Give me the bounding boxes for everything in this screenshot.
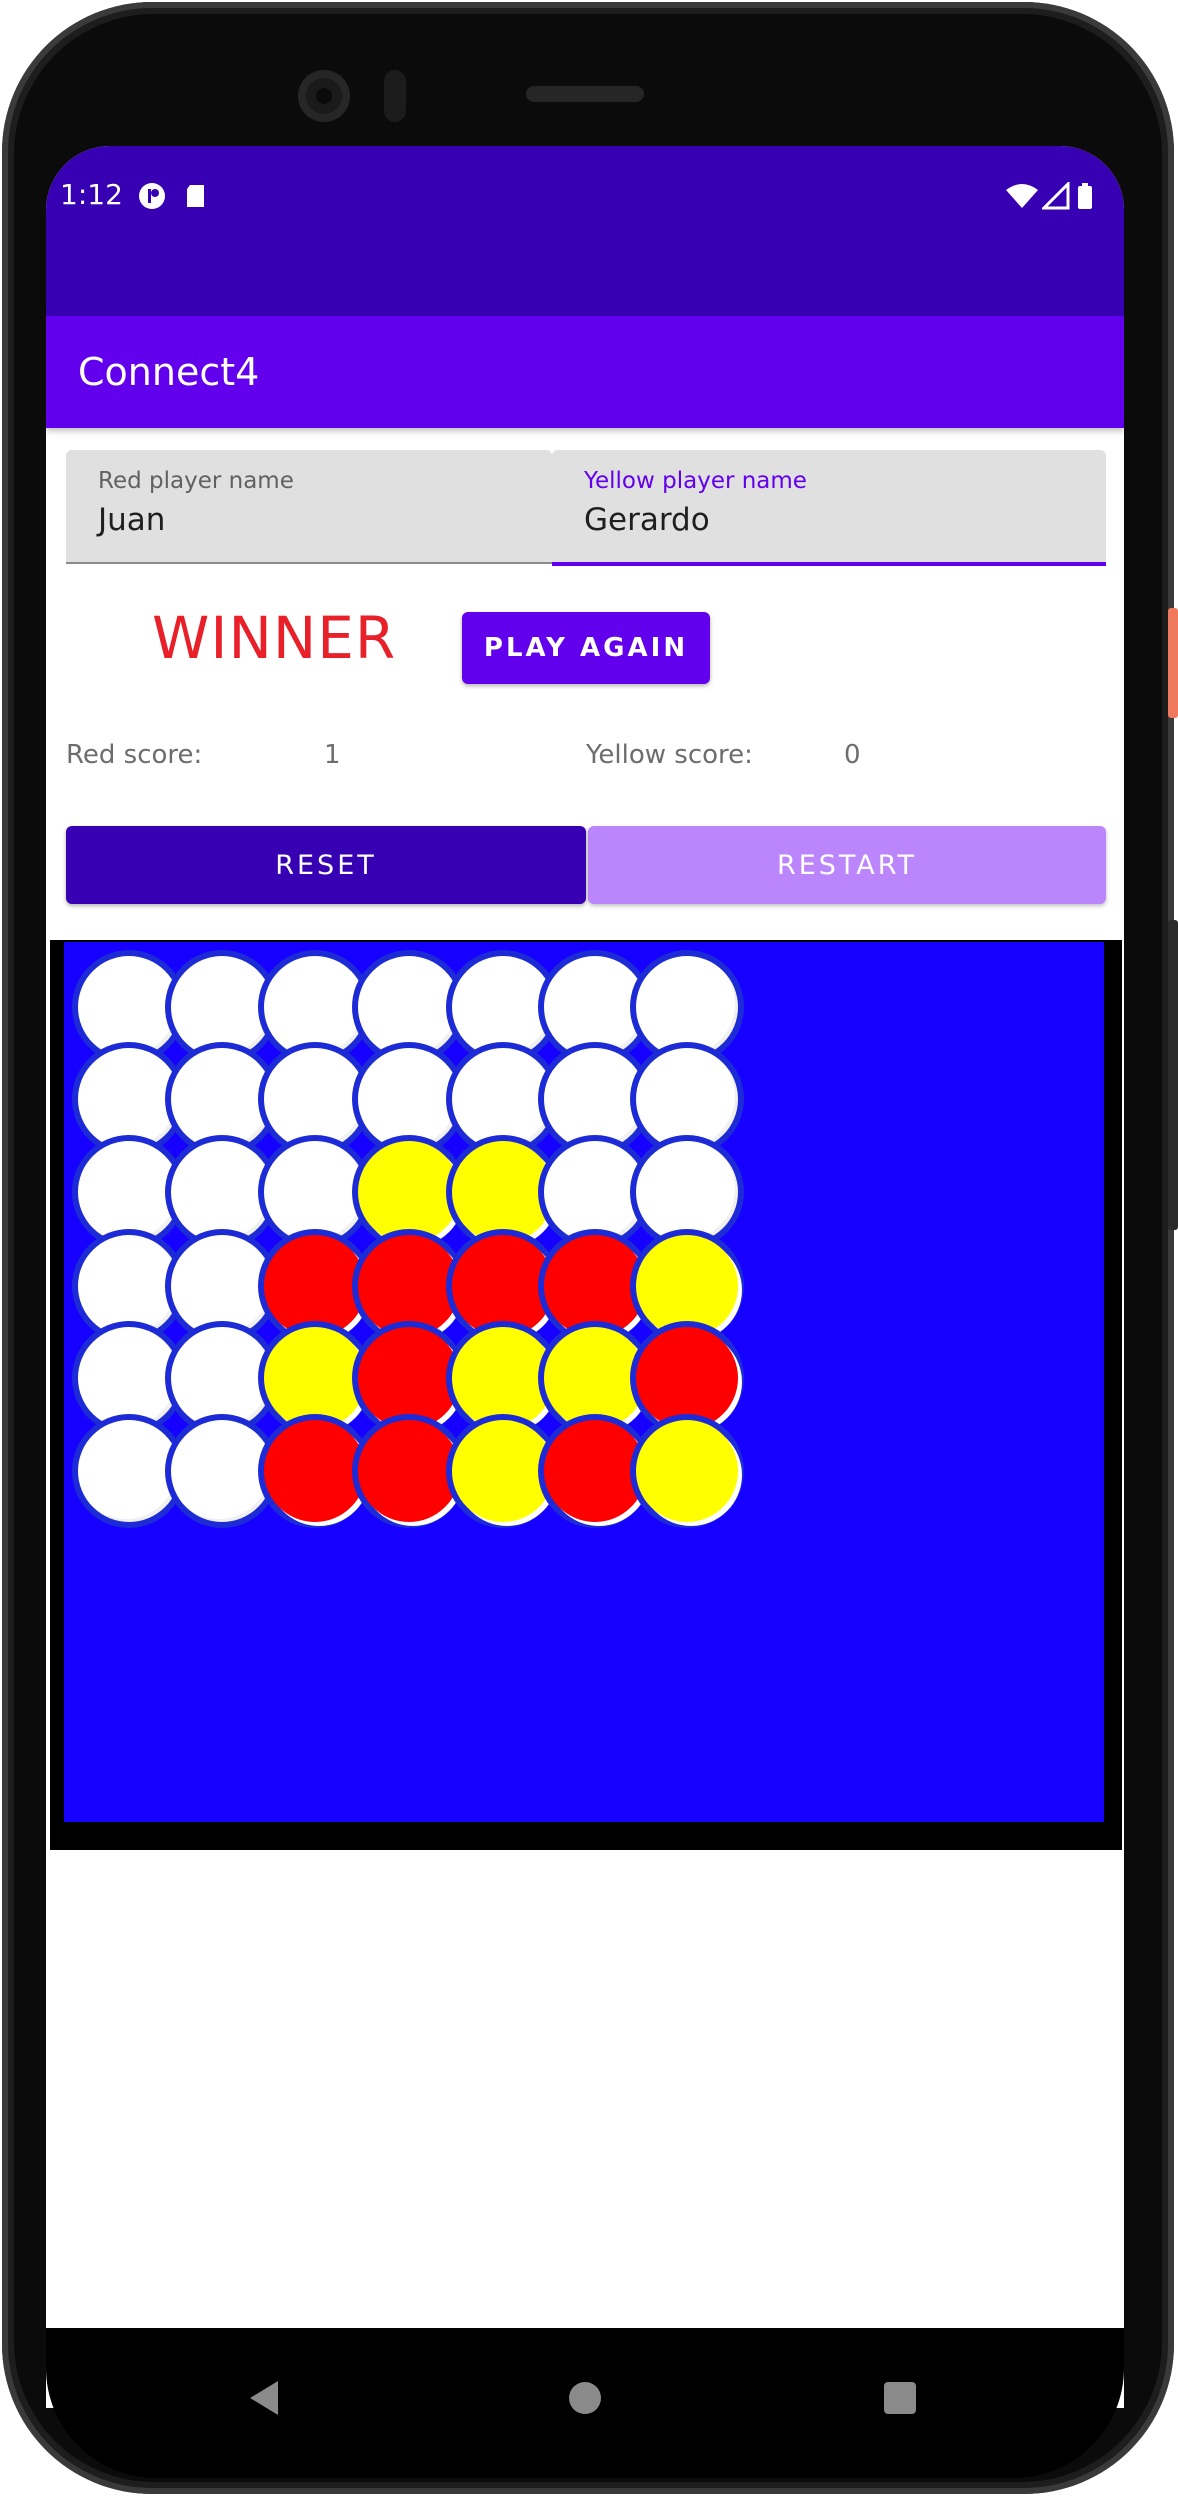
connect4-board[interactable]: [64, 942, 1104, 1822]
yellow-score-value: 0: [844, 740, 861, 770]
front-camera-icon: [298, 70, 350, 122]
status-bar: 1:12: [46, 146, 1124, 316]
play-again-button[interactable]: PLAY AGAIN: [462, 612, 710, 684]
power-button: [1168, 608, 1178, 718]
sensor-icon: [384, 70, 406, 122]
red-disc: [264, 1420, 366, 1522]
empty-slot: [264, 1141, 366, 1243]
cell-signal-icon: [1042, 182, 1070, 210]
board-slot-r6-c7[interactable]: [630, 1414, 744, 1528]
red-player-name-input[interactable]: Juan: [98, 502, 165, 538]
earpiece-speaker: [526, 86, 644, 102]
app-notification-icon: [139, 183, 165, 209]
battery-icon: [1078, 183, 1092, 209]
red-score-label: Red score:: [66, 740, 203, 770]
reset-button[interactable]: RESET: [66, 826, 586, 904]
recents-square-icon[interactable]: [884, 2382, 916, 2414]
volume-button: [1168, 920, 1178, 1230]
board-frame: [50, 940, 1122, 1850]
yellow-player-name-field[interactable]: Yellow player name Gerardo: [552, 450, 1106, 566]
yellow-score-label: Yellow score:: [586, 740, 753, 770]
navigation-bar: [46, 2328, 1124, 2478]
empty-slot: [636, 1141, 738, 1243]
yellow-player-name-input[interactable]: Gerardo: [584, 502, 710, 538]
app-title: Connect4: [78, 350, 260, 394]
phone-device: 1:12 Connect4 Red player name Juan Yello…: [0, 0, 1178, 2498]
wifi-icon: [1006, 184, 1038, 208]
status-time: 1:12: [60, 178, 123, 211]
app-screen: 1:12 Connect4 Red player name Juan Yello…: [46, 146, 1124, 2408]
home-circle-icon[interactable]: [569, 2382, 601, 2414]
red-player-name-field[interactable]: Red player name Juan: [66, 450, 552, 564]
red-player-name-label: Red player name: [98, 468, 294, 494]
yellow-disc: [358, 1141, 460, 1243]
yellow-disc: [636, 1420, 738, 1522]
restart-button[interactable]: RESTART: [588, 826, 1106, 904]
red-disc: [358, 1420, 460, 1522]
red-score-value: 1: [324, 740, 341, 770]
back-triangle-icon[interactable]: [250, 2381, 278, 2415]
winner-text: WINNER: [152, 604, 397, 672]
sd-card-icon: [187, 185, 204, 207]
app-bar: Connect4: [46, 316, 1124, 428]
yellow-player-name-label: Yellow player name: [584, 468, 807, 494]
